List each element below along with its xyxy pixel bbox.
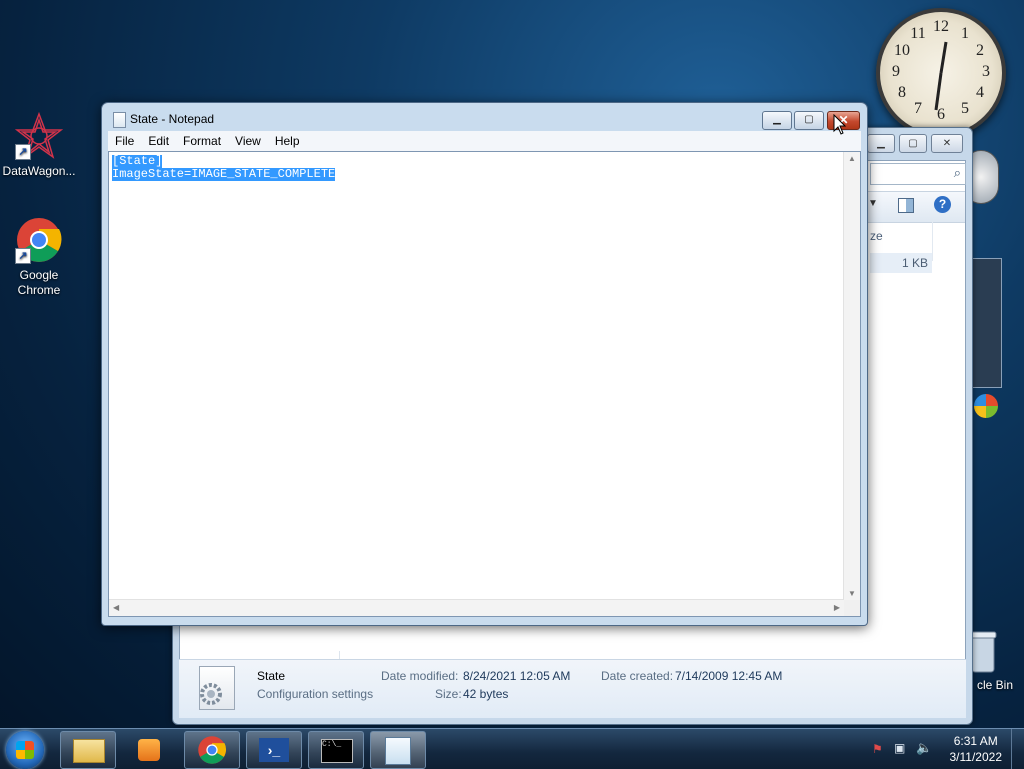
text-line: ImageState=IMAGE_STATE_COMPLETE	[112, 167, 336, 181]
menu-view[interactable]: View	[228, 131, 268, 151]
action-center-flag-icon[interactable]: ⚑	[872, 742, 883, 756]
start-button[interactable]	[6, 731, 44, 769]
menu-file[interactable]: File	[108, 131, 141, 151]
notepad-icon	[113, 112, 126, 128]
date-modified-label: Date modified:	[381, 669, 459, 683]
horizontal-scrollbar[interactable]: ◀ ▶	[109, 599, 844, 616]
clock-time: 6:31 AM	[953, 734, 998, 748]
maximize-button[interactable]: ▢	[794, 111, 824, 130]
mouse-cursor-icon	[833, 114, 847, 135]
details-file-type: Configuration settings	[257, 687, 374, 701]
chrome-icon: ↗	[15, 216, 63, 264]
file-row-selected[interactable]: 1 KB	[870, 253, 932, 273]
search-icon: ⌕	[953, 165, 961, 180]
scroll-up-icon[interactable]: ▲	[848, 154, 856, 163]
column-divider	[932, 221, 933, 261]
preview-pane-icon[interactable]	[898, 198, 914, 213]
taskbar-command-prompt[interactable]: C:\_	[308, 731, 364, 769]
desktop-icon-label: Google Chrome	[17, 268, 61, 297]
desktop-icon-label: DataWagon...	[2, 164, 76, 178]
desktop-icon-label: cle Bin	[976, 678, 1014, 692]
system-tray: ⚑ ▣ 🔈 6:31 AM 3/11/2022	[864, 729, 1024, 769]
vertical-scrollbar[interactable]: ▲ ▼	[843, 152, 860, 600]
taskbar-powershell[interactable]: ›_	[246, 731, 302, 769]
desktop-icon-google-chrome[interactable]: ↗ Google Chrome	[0, 216, 78, 298]
size-grip-icon[interactable]	[844, 600, 860, 616]
windows-logo-icon	[974, 394, 998, 418]
close-button[interactable]: ✕	[931, 134, 963, 153]
scroll-right-icon[interactable]: ▶	[834, 603, 840, 612]
size-label: Size:	[435, 687, 462, 701]
size-value: 42 bytes	[463, 687, 509, 701]
volume-icon[interactable]: 🔈	[916, 740, 932, 756]
notepad-window[interactable]: State - Notepad ▁ ▢ ✕ File Edit Format View…	[101, 102, 868, 626]
clock-hands-icon	[934, 41, 948, 111]
search-box[interactable]: ⌕	[870, 163, 966, 185]
show-desktop-button[interactable]	[1011, 729, 1024, 769]
datawagon-icon: ↗	[14, 111, 64, 160]
column-header-size[interactable]: ze	[870, 229, 883, 243]
taskbar-clock[interactable]: 6:31 AM 3/11/2022	[950, 733, 1003, 765]
menu-bar: File Edit Format View Help	[108, 131, 861, 151]
text-editor[interactable]: [State] ImageState=IMAGE_STATE_COMPLETE …	[108, 151, 861, 617]
date-modified-value: 8/24/2021 12:05 AM	[463, 669, 571, 683]
network-icon[interactable]: ▣	[894, 741, 905, 755]
taskbar-explorer[interactable]	[60, 731, 116, 769]
windows-logo-icon	[16, 741, 34, 759]
notepad-icon	[385, 737, 411, 765]
maximize-button[interactable]: ▢	[899, 134, 927, 153]
clock-date: 3/11/2022	[949, 750, 1003, 764]
menu-format[interactable]: Format	[176, 131, 228, 151]
chrome-icon	[198, 736, 227, 764]
file-size-value: 1 KB	[901, 256, 928, 270]
slideshow-gadget[interactable]	[970, 258, 1002, 388]
details-file-name: State	[257, 669, 286, 683]
menu-edit[interactable]: Edit	[141, 131, 176, 151]
minimize-button[interactable]: ▁	[762, 111, 792, 130]
command-prompt-icon: C:\_	[321, 739, 353, 763]
scroll-down-icon[interactable]: ▼	[848, 589, 856, 598]
help-icon[interactable]: ?	[934, 196, 951, 213]
powershell-icon: ›_	[259, 738, 289, 762]
minimize-button[interactable]: ▁	[867, 134, 895, 153]
clock-gadget[interactable]: 12 1 2 3 4 5 6 7 8 9 10 11	[876, 8, 1006, 138]
view-options-icon[interactable]: ▼	[868, 198, 878, 209]
menu-help[interactable]: Help	[268, 131, 307, 151]
taskbar: ›_ C:\_ ⚑ ▣ 🔈 6:31 AM 3/11/2022	[0, 728, 1024, 769]
media-player-icon	[138, 739, 160, 761]
window-title: State - Notepad	[130, 112, 215, 126]
date-created-value: 7/14/2009 12:45 AM	[675, 669, 783, 683]
desktop-icon-datawagon[interactable]: ↗ DataWagon...	[0, 111, 78, 179]
details-pane: State Configuration settings Date modifi…	[179, 659, 966, 718]
shortcut-arrow-icon: ↗	[15, 248, 31, 264]
taskbar-chrome[interactable]	[184, 731, 240, 769]
scroll-left-icon[interactable]: ◀	[113, 603, 119, 612]
folder-icon	[73, 739, 105, 763]
config-file-icon	[199, 666, 235, 710]
taskbar-notepad[interactable]	[370, 731, 426, 769]
shortcut-arrow-icon: ↗	[15, 144, 31, 160]
taskbar-media-player[interactable]	[122, 731, 178, 769]
date-created-label: Date created:	[601, 669, 674, 683]
